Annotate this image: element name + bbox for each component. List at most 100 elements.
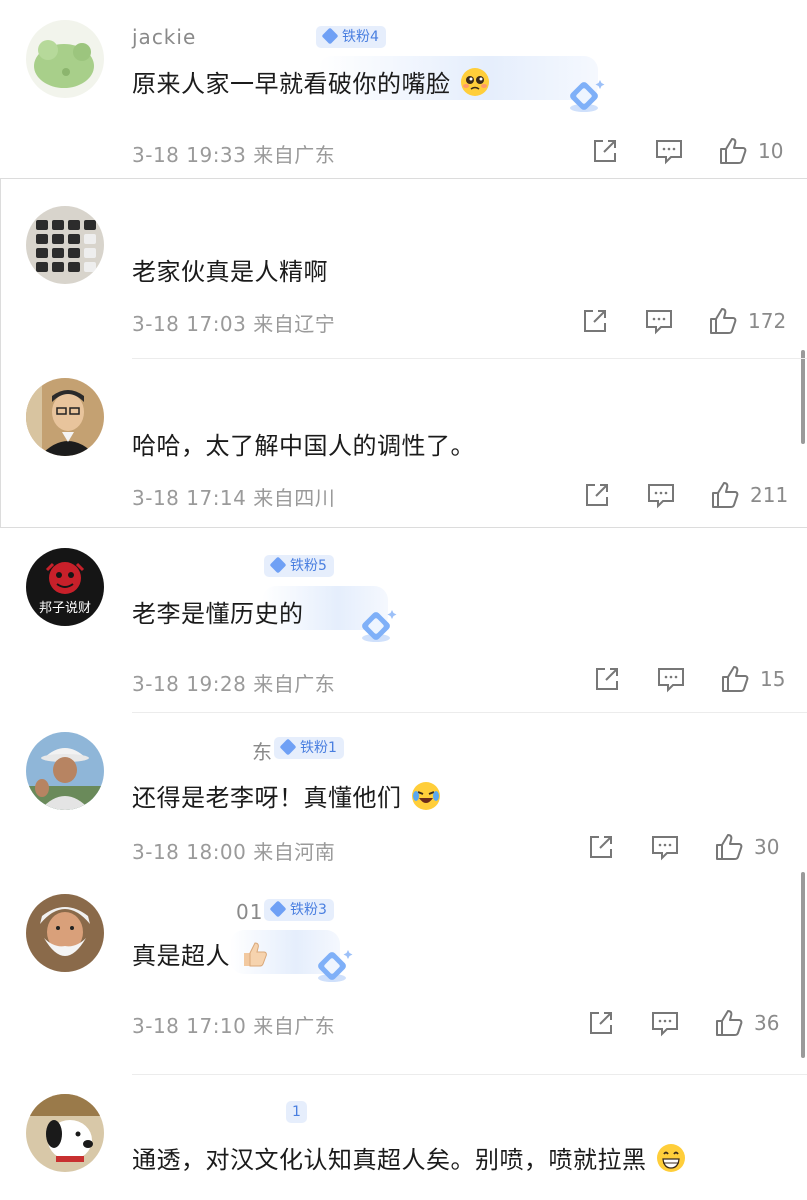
diamond-icon bbox=[269, 556, 287, 574]
reply-button[interactable] bbox=[654, 136, 684, 166]
comment-item: 01 铁粉3 真是超人 3-18 17:10 来自广东 36 bbox=[0, 874, 807, 1075]
like-button[interactable] bbox=[718, 136, 748, 166]
reply-button[interactable] bbox=[646, 480, 676, 510]
fan-badge[interactable]: 铁粉4 bbox=[316, 26, 386, 48]
comment-item: 邦子说财 铁粉5 老李是懂历史的 3-18 19:28 来自广东 15 bbox=[0, 526, 807, 713]
avatar[interactable] bbox=[26, 20, 104, 98]
comment-icon bbox=[652, 1012, 678, 1037]
like-button[interactable] bbox=[714, 1008, 744, 1038]
comment-location: 来自广东 bbox=[253, 143, 336, 167]
reply-button[interactable] bbox=[656, 664, 686, 694]
comment-icon bbox=[646, 310, 672, 335]
share-button[interactable] bbox=[592, 664, 622, 694]
comment-time: 3-18 17:10 bbox=[132, 1014, 247, 1038]
username[interactable]: jackie bbox=[132, 25, 196, 49]
comment-location: 来自四川 bbox=[253, 486, 336, 510]
share-button[interactable] bbox=[586, 832, 616, 862]
comment-text: 老李是懂历史的 bbox=[132, 600, 304, 628]
share-button[interactable] bbox=[582, 480, 612, 510]
reply-button[interactable] bbox=[650, 1008, 680, 1038]
share-icon bbox=[596, 668, 618, 690]
comment-meta: 3-18 19:33 来自广东 bbox=[132, 139, 335, 168]
share-icon bbox=[586, 484, 608, 506]
diamond-icon bbox=[279, 738, 297, 756]
like-count: 172 bbox=[748, 309, 787, 333]
comment-meta: 3-18 17:03 来自辽宁 bbox=[132, 308, 335, 337]
fan-badge-label: 铁粉1 bbox=[300, 740, 337, 756]
fan-badge-label: 铁粉5 bbox=[290, 558, 327, 574]
like-count: 15 bbox=[760, 667, 786, 691]
thumbs-up-icon bbox=[710, 308, 737, 334]
diamond-icon bbox=[269, 900, 287, 918]
comment-location: 来自广东 bbox=[253, 672, 336, 696]
reply-button[interactable] bbox=[650, 832, 680, 862]
grinning-face-emoji-icon bbox=[656, 1144, 685, 1172]
thumbs-up-icon bbox=[712, 482, 739, 508]
comment-item: 哈哈，太了解中国人的调性了。 3-18 17:14 来自四川 211 bbox=[0, 358, 807, 526]
avatar-label: 邦子说财 bbox=[39, 601, 91, 616]
avatar[interactable] bbox=[26, 1094, 104, 1172]
comment-meta: 3-18 17:14 来自四川 bbox=[132, 482, 335, 511]
avatar[interactable] bbox=[26, 732, 104, 810]
comment-icon bbox=[656, 140, 682, 165]
like-button[interactable] bbox=[714, 832, 744, 862]
comment-icon bbox=[648, 484, 674, 509]
comment-text: 真是超人 bbox=[132, 942, 230, 970]
like-button[interactable] bbox=[708, 306, 738, 336]
comment-text: 老家伙真是人精啊 bbox=[132, 258, 328, 286]
share-button[interactable] bbox=[580, 306, 610, 336]
fan-badge[interactable]: 铁粉1 bbox=[274, 737, 344, 759]
like-count: 36 bbox=[754, 1011, 780, 1035]
fan-badge[interactable]: 1 bbox=[286, 1101, 307, 1123]
avatar[interactable] bbox=[26, 378, 104, 456]
thumbs-up-icon bbox=[722, 666, 749, 692]
comment-time: 3-18 17:03 bbox=[132, 312, 247, 336]
diamond-sticker-icon bbox=[570, 80, 605, 112]
share-icon bbox=[594, 140, 616, 162]
diamond-sticker-icon bbox=[362, 610, 397, 642]
like-button[interactable] bbox=[720, 664, 750, 694]
comment-item: jackie 铁粉4 原来人家一早就看破你的嘴脸 3-18 19:33 来自广东… bbox=[0, 0, 807, 178]
comment-time: 3-18 19:33 bbox=[132, 143, 247, 167]
comment-time: 3-18 17:14 bbox=[132, 486, 247, 510]
fan-badge-label: 1 bbox=[292, 1104, 301, 1120]
avatar[interactable] bbox=[26, 894, 104, 972]
comment-text: 还得是老李呀！真懂他们 bbox=[132, 784, 402, 812]
thumbs-up-icon bbox=[720, 138, 747, 164]
comment-location: 来自广东 bbox=[253, 1014, 336, 1038]
reply-button[interactable] bbox=[644, 306, 674, 336]
comment-item: 1 通透，对汉文化认知真超人矣。别喷，喷就拉黑 bbox=[0, 1054, 807, 1200]
username[interactable]: 东 bbox=[252, 736, 273, 765]
username[interactable]: 01 bbox=[236, 900, 263, 924]
comment-icon bbox=[658, 668, 684, 693]
comment-meta: 3-18 19:28 来自广东 bbox=[132, 668, 335, 697]
comment-time: 3-18 19:28 bbox=[132, 672, 247, 696]
comment-text: 原来人家一早就看破你的嘴脸 bbox=[132, 70, 451, 98]
share-icon bbox=[590, 1012, 612, 1034]
thumbs-up-icon bbox=[716, 1010, 743, 1036]
diamond-icon bbox=[321, 27, 339, 45]
fan-badge-label: 铁粉3 bbox=[290, 902, 327, 918]
laughing-crying-emoji-icon bbox=[411, 782, 440, 810]
fan-badge[interactable]: 铁粉5 bbox=[264, 555, 334, 577]
comment-time: 3-18 18:00 bbox=[132, 840, 247, 864]
share-button[interactable] bbox=[590, 136, 620, 166]
fan-badge[interactable]: 铁粉3 bbox=[264, 899, 334, 921]
share-icon bbox=[584, 310, 606, 332]
fan-badge-label: 铁粉4 bbox=[342, 29, 379, 45]
comment-meta: 3-18 17:10 来自广东 bbox=[132, 1010, 335, 1039]
pleading-face-emoji-icon bbox=[460, 68, 489, 96]
avatar[interactable] bbox=[26, 206, 104, 284]
share-button[interactable] bbox=[586, 1008, 616, 1038]
avatar[interactable]: 邦子说财 bbox=[26, 548, 104, 626]
comment-meta: 3-18 18:00 来自河南 bbox=[132, 836, 335, 865]
thumbs-up-emoji-icon bbox=[244, 942, 267, 967]
thumbs-up-icon bbox=[716, 834, 743, 860]
comment-location: 来自河南 bbox=[253, 840, 336, 864]
comment-item: 老家伙真是人精啊 3-18 17:03 来自辽宁 172 bbox=[0, 178, 807, 359]
like-count: 30 bbox=[754, 835, 780, 859]
like-button[interactable] bbox=[710, 480, 740, 510]
like-count: 211 bbox=[750, 483, 789, 507]
diamond-sticker-icon bbox=[318, 950, 353, 982]
comment-item: 东 铁粉1 还得是老李呀！真懂他们 3-18 18:00 来自河南 30 bbox=[0, 712, 807, 874]
